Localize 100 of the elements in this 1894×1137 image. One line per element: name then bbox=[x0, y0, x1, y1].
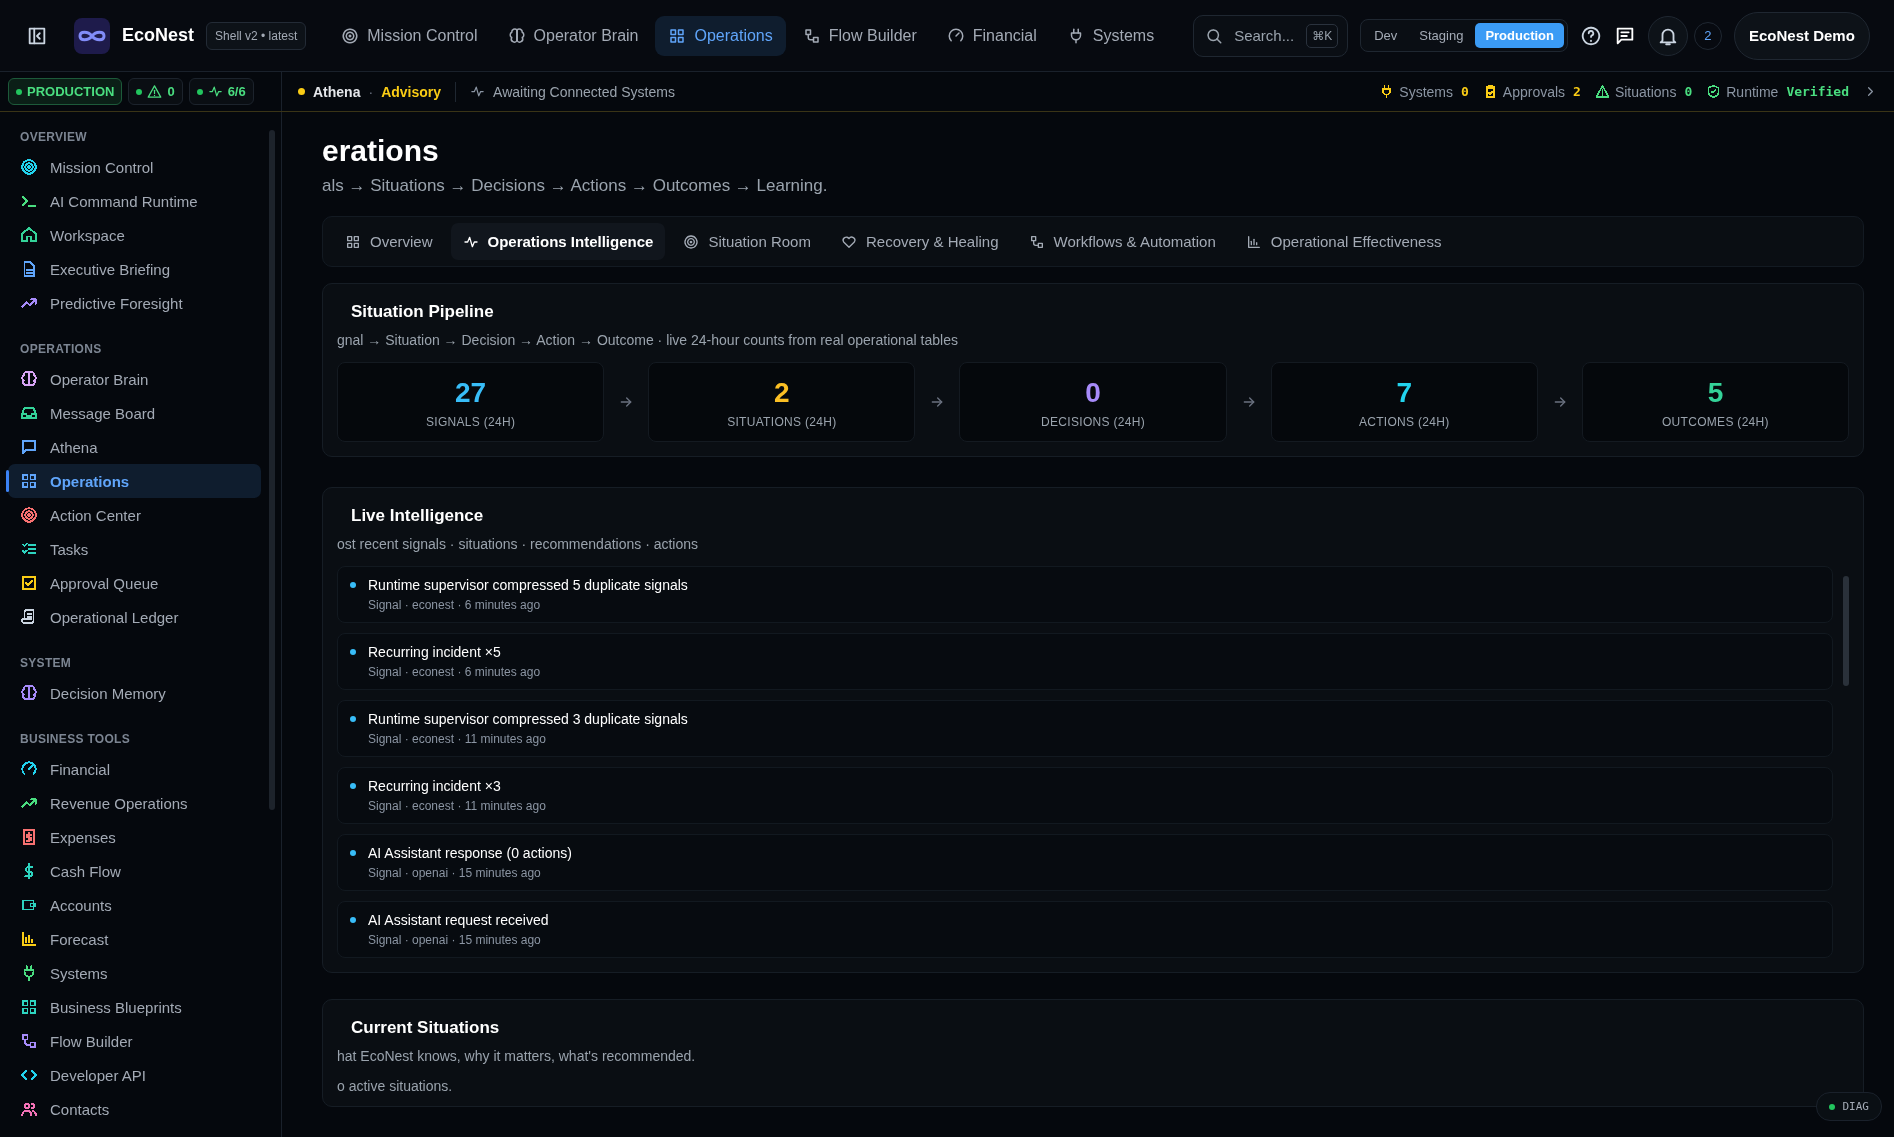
section-heading: BUSINESS TOOLS bbox=[19, 731, 131, 748]
feed-meta: Signal · econest · 11 minutes ago bbox=[368, 799, 546, 813]
brand-name: EcoNest bbox=[122, 25, 195, 46]
sidebar-item[interactable]: Business Blueprints bbox=[8, 990, 261, 1024]
indicator-label: Approvals bbox=[1502, 83, 1566, 100]
target-icon bbox=[341, 26, 360, 45]
sidebar-item[interactable]: Mission Control bbox=[8, 150, 261, 184]
nodes-icon bbox=[1028, 233, 1045, 250]
tab[interactable]: Situation Room bbox=[671, 223, 823, 260]
tab[interactable]: Operational Effectiveness bbox=[1233, 223, 1454, 260]
warning-icon bbox=[147, 84, 163, 99]
sidebar-item[interactable]: Action Center bbox=[8, 498, 261, 532]
tab[interactable]: Workflows & Automation bbox=[1016, 223, 1228, 260]
feed-title: Runtime supervisor compressed 3 duplicate signals bbox=[368, 711, 688, 727]
indicator-value: 0 bbox=[1461, 84, 1469, 99]
page-subtitle: als → Situations → Decisions → Actions → Outcomes → Learning. bbox=[322, 176, 828, 196]
nav-tab[interactable]: Mission Control bbox=[328, 15, 491, 56]
sidebar-item[interactable]: Message Board bbox=[8, 396, 261, 430]
card-subtitle: ost recent signals · situations · recommendations · actions bbox=[337, 536, 700, 552]
shortcut-key: ⌘K bbox=[1306, 23, 1339, 48]
feed-title: AI Assistant response (0 actions) bbox=[368, 845, 572, 861]
stage-label: DECISIONS (24H) bbox=[1041, 415, 1145, 429]
sidebar-item[interactable]: AI Command Runtime bbox=[8, 184, 261, 218]
sidebar-item[interactable]: Approval Queue bbox=[8, 566, 261, 600]
sidebar-item[interactable]: Financial bbox=[8, 752, 261, 786]
activity-text: Awaiting Connected Systems bbox=[493, 83, 675, 100]
sidebar-item[interactable]: Flow Builder bbox=[8, 1024, 261, 1058]
tab[interactable]: Overview bbox=[333, 223, 445, 260]
indicator-label: Situations bbox=[1614, 83, 1677, 100]
indicator-value: Verified bbox=[1786, 84, 1849, 99]
indicator-label: Runtime bbox=[1726, 83, 1779, 100]
sidebar-item[interactable]: Revenue Operations bbox=[8, 786, 261, 820]
feed-item[interactable]: AI Assistant request received Signal · openai · 15 minutes ago bbox=[337, 901, 1833, 958]
feed-meta: Signal · econest · 6 minutes ago bbox=[368, 598, 542, 612]
environment-badge: PRODUCTION bbox=[8, 78, 123, 105]
tab[interactable]: Operations Intelligence bbox=[450, 223, 666, 260]
sidebar-item[interactable]: Tasks bbox=[8, 532, 261, 566]
diagnostics-badge[interactable]: DIAG bbox=[1815, 1092, 1882, 1121]
feed-meta: Signal · econest · 11 minutes ago bbox=[368, 732, 547, 746]
stage-label: OUTCOMES (24H) bbox=[1661, 415, 1769, 429]
feed-meta: Signal · openai · 15 minutes ago bbox=[368, 866, 542, 880]
grid-icon bbox=[345, 233, 361, 250]
sidebar-item[interactable]: Systems bbox=[8, 956, 261, 990]
signal-dot bbox=[350, 716, 356, 722]
feed-title: Runtime supervisor compressed 5 duplicate signals bbox=[368, 577, 688, 593]
signal-dot bbox=[350, 917, 356, 923]
help-icon[interactable] bbox=[1580, 24, 1602, 47]
nav-tab[interactable]: Systems bbox=[1053, 15, 1168, 56]
environment-option[interactable]: Dev bbox=[1364, 23, 1408, 48]
notifications-button[interactable] bbox=[1648, 15, 1688, 56]
indicator-label: Systems bbox=[1399, 83, 1453, 100]
signal-dot bbox=[350, 850, 356, 856]
status-dot bbox=[298, 88, 305, 95]
sidebar-item[interactable]: Operational Ledger bbox=[8, 600, 261, 634]
sidebar-item[interactable]: Predictive Foresight bbox=[8, 286, 261, 320]
feed-title: AI Assistant request received bbox=[368, 912, 549, 928]
sidebar-item[interactable]: Forecast bbox=[8, 922, 261, 956]
section-heading: OPERATIONS bbox=[19, 341, 103, 358]
stage-count: 5 bbox=[1707, 377, 1724, 409]
page-title: erations bbox=[322, 134, 439, 168]
feed-item[interactable]: Recurring incident ×5 Signal · econest · 6 minutes ago bbox=[337, 633, 1833, 690]
feed-item[interactable]: Runtime supervisor compressed 3 duplicate signals Signal · econest · 11 minutes ago bbox=[337, 700, 1833, 757]
heart-icon bbox=[840, 233, 857, 250]
nav-tab[interactable]: Financial bbox=[933, 15, 1050, 56]
sidebar-item[interactable]: Contacts bbox=[8, 1092, 261, 1126]
sidebar-item[interactable]: Athena bbox=[8, 430, 261, 464]
brain-icon bbox=[507, 26, 526, 45]
stage-label: SITUATIONS (24H) bbox=[727, 415, 837, 429]
nav-tab[interactable]: Operations bbox=[655, 15, 786, 56]
pulse-icon bbox=[470, 84, 486, 99]
card-subtitle: gnal → Situation → Decision → Action → Outcome · live 24-hour counts from real operational tables bbox=[337, 332, 959, 348]
sidebar-item[interactable]: Executive Briefing bbox=[8, 252, 261, 286]
assistant-mode: Advisory bbox=[381, 83, 442, 100]
sidebar-item[interactable]: Developer API bbox=[8, 1058, 261, 1092]
signal-dot bbox=[350, 783, 356, 789]
feed-item[interactable]: Recurring incident ×3 Signal · econest · 11 minutes ago bbox=[337, 767, 1833, 824]
sidebar-item[interactable]: Operator Brain bbox=[8, 362, 261, 396]
environment-option[interactable]: Staging bbox=[1409, 23, 1474, 48]
health-badge: 6/6 bbox=[188, 78, 254, 105]
feed-item[interactable]: AI Assistant response (0 actions) Signal · openai · 15 minutes ago bbox=[337, 834, 1833, 891]
user-button[interactable]: EcoNest Demo bbox=[1734, 11, 1870, 60]
nav-tab[interactable]: Flow Builder bbox=[789, 15, 930, 56]
feed-meta: Signal · openai · 15 minutes ago bbox=[368, 933, 542, 947]
empty-message: o active situations. bbox=[337, 1078, 454, 1094]
feed-meta: Signal · econest · 6 minutes ago bbox=[368, 665, 541, 679]
sidebar-item[interactable]: Workspace bbox=[8, 218, 261, 252]
sidebar-item[interactable]: Decision Memory bbox=[8, 676, 261, 710]
nav-tab[interactable]: Operator Brain bbox=[494, 15, 652, 56]
sidebar-item[interactable]: Accounts bbox=[8, 888, 261, 922]
stage-label: ACTIONS (24H) bbox=[1358, 415, 1450, 429]
sidebar-item[interactable]: Cash Flow bbox=[8, 854, 261, 888]
section-heading: SYSTEM bbox=[19, 655, 73, 672]
sidebar-item[interactable]: Operations bbox=[8, 464, 261, 498]
feed-item[interactable]: Runtime supervisor compressed 5 duplicate signals Signal · econest · 6 minutes ago bbox=[337, 566, 1833, 623]
tab[interactable]: Recovery & Healing bbox=[828, 223, 1011, 260]
search-icon bbox=[1205, 26, 1224, 45]
stage-label: SIGNALS (24H) bbox=[425, 415, 516, 429]
stage-count: 2 bbox=[774, 377, 790, 409]
signal-dot bbox=[350, 649, 356, 655]
sidebar-item[interactable]: Expenses bbox=[8, 820, 261, 854]
